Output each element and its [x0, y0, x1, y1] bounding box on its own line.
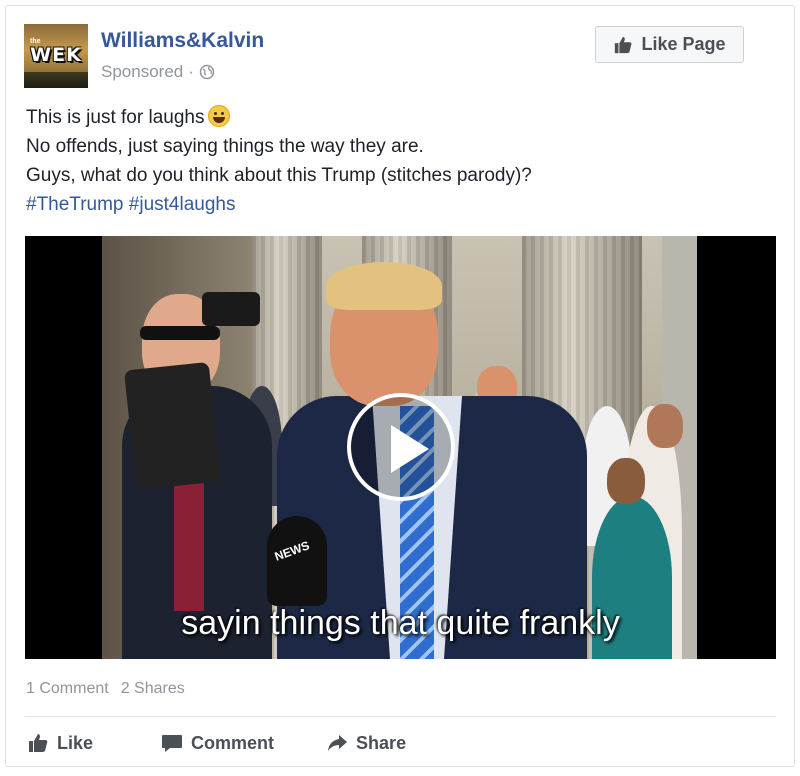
sponsored-post-card: the WEK Williams&Kalvin Sponsored · Like… — [5, 5, 795, 767]
post-text-line-2: No offends, just saying things the way t… — [26, 136, 424, 157]
play-button[interactable] — [347, 393, 455, 501]
globe-icon — [199, 64, 215, 80]
post-stats: 1 Comment 2 Shares — [26, 680, 185, 698]
like-page-button[interactable]: Like Page — [595, 26, 744, 63]
share-button[interactable]: Share — [326, 728, 406, 758]
thumbs-up-icon — [29, 734, 48, 752]
post-text-line-3: Guys, what do you think about this Trump… — [26, 165, 532, 186]
post-text: This is just for laughs No offends, just… — [26, 103, 532, 219]
post-text-line-1-text: This is just for laughs — [26, 107, 205, 128]
play-icon — [391, 425, 429, 473]
hashtag-just4laughs[interactable]: #just4laughs — [129, 194, 236, 215]
post-meta: Sponsored · — [101, 62, 215, 82]
page-name-link[interactable]: Williams&Kalvin — [101, 29, 264, 53]
stats-divider — [25, 716, 776, 717]
thumbs-up-icon — [615, 36, 632, 53]
share-label: Share — [356, 732, 407, 753]
video-player[interactable]: NEWS sayin things that quite frankly — [25, 236, 776, 659]
action-bar: Like Comment Share — [25, 728, 406, 758]
post-text-line-1: This is just for laughs — [26, 103, 532, 132]
page-avatar[interactable]: the WEK — [24, 24, 88, 88]
comment-button[interactable]: Comment — [161, 728, 274, 758]
comment-label: Comment — [191, 732, 275, 753]
meta-separator: · — [188, 62, 194, 81]
like-label: Like — [57, 732, 94, 753]
avatar-ground — [24, 72, 88, 88]
hashtag-line: #TheTrump #just4laughs — [26, 190, 532, 219]
like-page-label: Like Page — [641, 34, 726, 54]
avatar-logo-text: WEK — [30, 44, 82, 66]
sponsored-label[interactable]: Sponsored — [101, 62, 183, 82]
shares-count[interactable]: 2 Shares — [121, 680, 185, 698]
video-caption: sayin things that quite frankly — [181, 604, 620, 642]
comment-bubble-icon — [162, 735, 183, 752]
like-button[interactable]: Like — [27, 728, 93, 758]
comments-count[interactable]: 1 Comment — [26, 680, 109, 698]
share-arrow-icon — [328, 735, 348, 751]
hashtag-thetrump[interactable]: #TheTrump — [26, 194, 124, 215]
grinning-emoji-icon — [208, 105, 231, 127]
